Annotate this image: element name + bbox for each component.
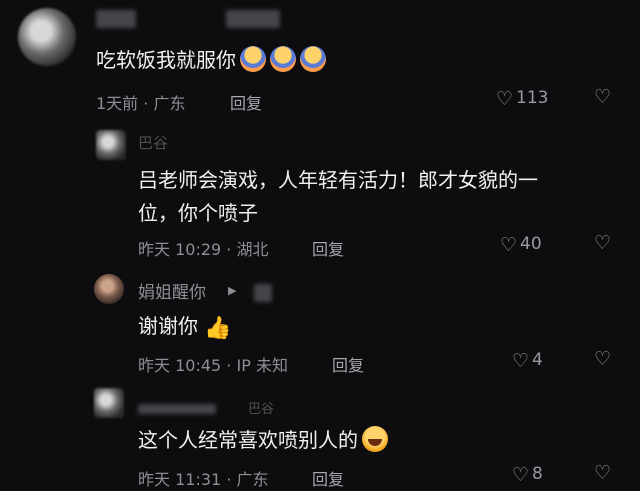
comment-meta: 昨天 11:31 · 广东 bbox=[138, 466, 269, 490]
comment-meta: 1天前 · 广东 bbox=[96, 90, 185, 114]
avatar[interactable] bbox=[96, 130, 126, 160]
thumbs-up-emoji: 👍 bbox=[204, 316, 232, 341]
avatar[interactable] bbox=[94, 388, 124, 418]
comment-time: 昨天 10:45 bbox=[138, 356, 222, 375]
reply-button[interactable]: 回复 bbox=[312, 236, 344, 260]
broken-heart-icon[interactable]: ♡ bbox=[594, 348, 611, 370]
shrug-emoji bbox=[240, 46, 266, 72]
reply-item: 巴谷 这个人经常喜欢喷别人的 昨天 11:31 · 广东 回复 ♡ 8 ♡ bbox=[0, 388, 640, 491]
reply-arrow-icon: ▶ bbox=[228, 284, 237, 297]
comment-location: IP 未知 bbox=[236, 356, 288, 375]
comment-meta: 昨天 10:29 · 湖北 bbox=[138, 236, 269, 260]
reply-item: 巴谷 吕老师会演戏，人年轻有活力！郎才女貌的一 位，你个喷子 昨天 10:29 … bbox=[0, 126, 640, 266]
like-count: 113 bbox=[516, 88, 549, 108]
username[interactable]: 巴谷 bbox=[138, 132, 168, 153]
comment-time: 1天前 bbox=[96, 94, 139, 113]
meta-separator: · bbox=[226, 240, 232, 259]
comment-text-content: 吃软饭我就服你 bbox=[96, 48, 236, 72]
username-censored bbox=[254, 284, 272, 302]
comment-text-content: 这个人经常喜欢喷别人的 bbox=[138, 428, 358, 452]
broken-heart-icon[interactable]: ♡ bbox=[594, 86, 611, 108]
comment-meta: 昨天 10:45 · IP 未知 bbox=[138, 352, 288, 376]
reply-button[interactable]: 回复 bbox=[230, 90, 262, 114]
broken-heart-icon[interactable]: ♡ bbox=[594, 232, 611, 254]
shrug-emoji bbox=[300, 46, 326, 72]
comment-item: 吃软饭我就服你 1天前 · 广东 回复 ♡ 113 ♡ bbox=[0, 0, 640, 125]
heart-outline-icon: ♡ bbox=[512, 350, 530, 372]
grinning-emoji bbox=[362, 426, 388, 452]
heart-outline-icon: ♡ bbox=[500, 234, 518, 256]
comment-location: 广东 bbox=[236, 470, 269, 489]
username[interactable]: 巴谷 bbox=[248, 398, 274, 417]
comment-text: 吃软饭我就服你 bbox=[96, 44, 326, 77]
like-button[interactable]: ♡ 113 bbox=[496, 88, 549, 110]
heart-outline-icon: ♡ bbox=[512, 464, 530, 486]
like-count: 8 bbox=[532, 464, 543, 484]
comment-text: 谢谢你 👍 bbox=[138, 310, 231, 345]
comment-text-line: 吕老师会演戏，人年轻有活力！郎才女貌的一 bbox=[138, 168, 538, 192]
comment-text: 吕老师会演戏，人年轻有活力！郎才女貌的一 位，你个喷子 bbox=[138, 164, 538, 230]
username-censored bbox=[96, 10, 136, 28]
shrug-emoji bbox=[270, 46, 296, 72]
comment-location: 湖北 bbox=[236, 240, 269, 259]
meta-separator: · bbox=[226, 470, 232, 489]
avatar[interactable] bbox=[94, 274, 124, 304]
comment-text-line: 位，你个喷子 bbox=[138, 201, 258, 225]
like-count: 4 bbox=[532, 350, 543, 370]
comment-time: 昨天 10:29 bbox=[138, 240, 222, 259]
avatar[interactable] bbox=[18, 8, 76, 66]
username-censored bbox=[138, 404, 216, 414]
reply-button[interactable]: 回复 bbox=[332, 352, 364, 376]
like-count: 40 bbox=[520, 234, 542, 254]
comment-time: 昨天 11:31 bbox=[138, 470, 222, 489]
like-button[interactable]: ♡ 40 bbox=[500, 234, 542, 256]
like-button[interactable]: ♡ 4 bbox=[512, 350, 543, 372]
reply-item: 娟姐醒你 ▶ 谢谢你 👍 昨天 10:45 · IP 未知 回复 ♡ 4 ♡ bbox=[0, 270, 640, 385]
comment-text-content: 谢谢你 bbox=[138, 314, 198, 338]
meta-separator: · bbox=[143, 94, 149, 113]
meta-separator: · bbox=[226, 356, 232, 375]
broken-heart-icon[interactable]: ♡ bbox=[594, 462, 611, 484]
heart-outline-icon: ♡ bbox=[496, 88, 514, 110]
comment-text: 这个人经常喜欢喷别人的 bbox=[138, 424, 388, 457]
reply-button[interactable]: 回复 bbox=[312, 466, 344, 490]
comment-location: 广东 bbox=[153, 94, 186, 113]
username-censored bbox=[226, 10, 280, 28]
like-button[interactable]: ♡ 8 bbox=[512, 464, 543, 486]
username[interactable]: 娟姐醒你 bbox=[138, 278, 206, 303]
